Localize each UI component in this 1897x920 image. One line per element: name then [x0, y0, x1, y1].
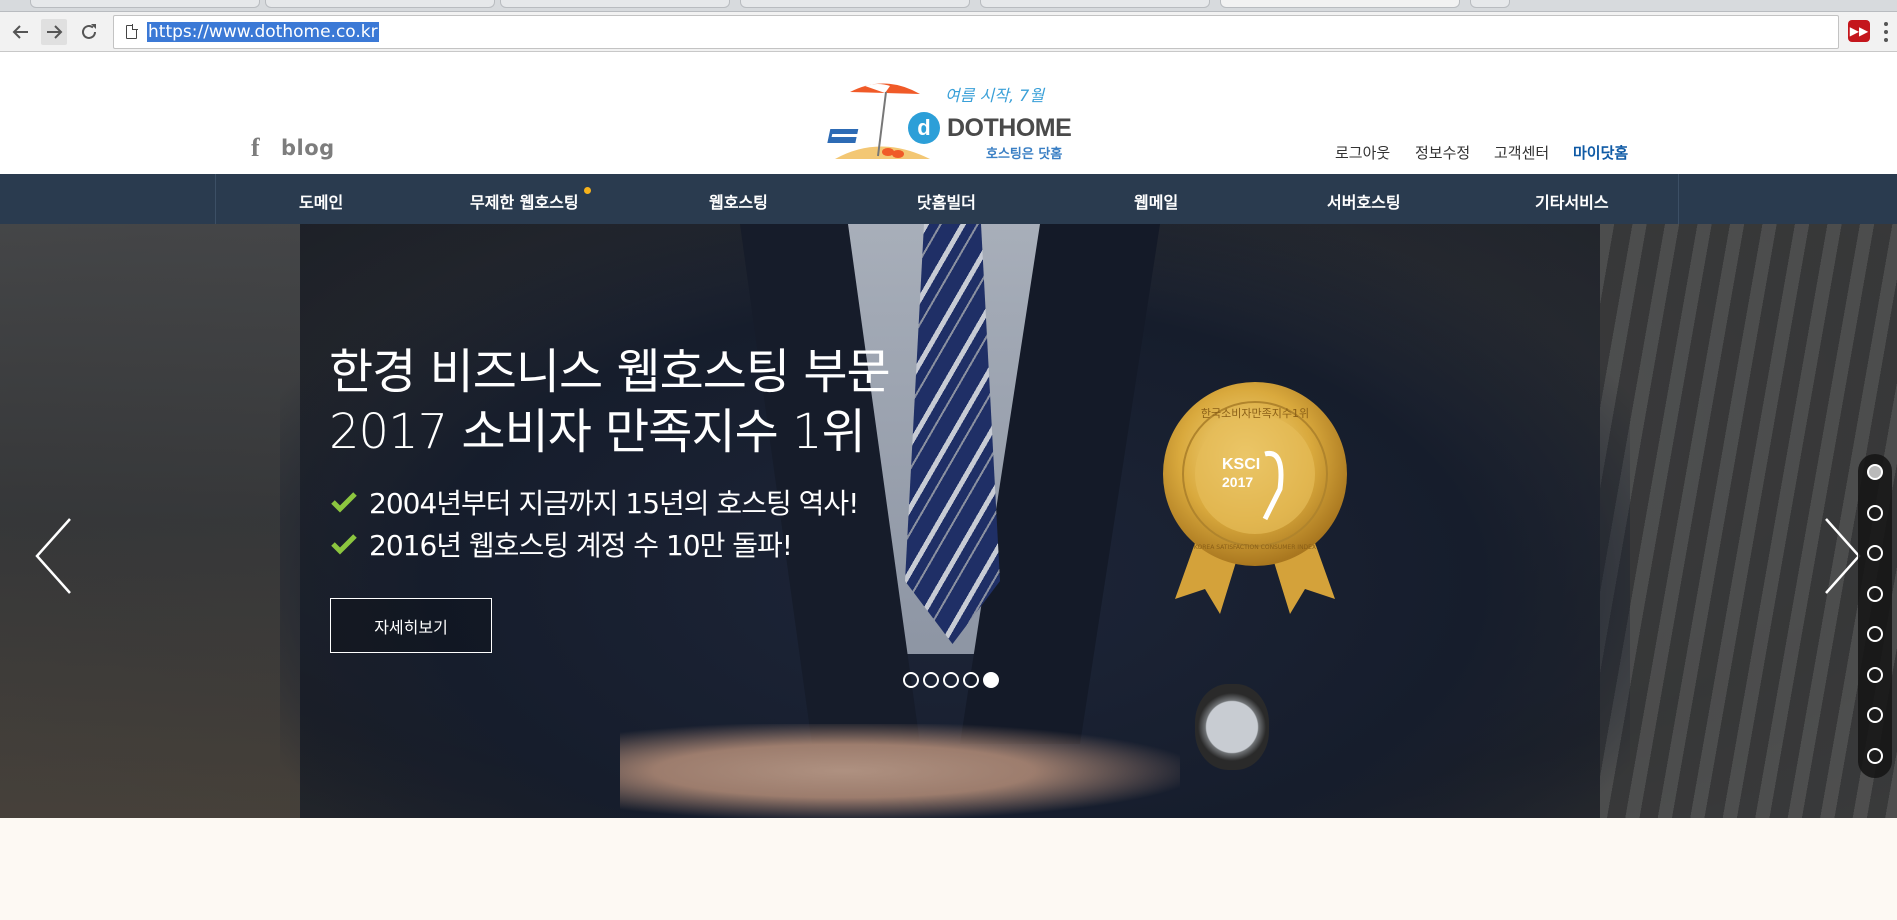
forward-button[interactable] — [41, 19, 67, 45]
browser-toolbar: https://www.dothome.co.kr ▶▶ — [0, 12, 1897, 52]
blog-link[interactable]: blog — [281, 136, 335, 160]
check-icon — [331, 533, 357, 555]
section-dot-5[interactable] — [1867, 626, 1883, 642]
nav-item-web-hosting[interactable]: 웹호스팅 — [709, 189, 768, 213]
slide-dot-1[interactable] — [903, 672, 919, 688]
nav-item-builder[interactable]: 닷홈빌더 — [917, 189, 976, 213]
browser-tab[interactable] — [500, 0, 730, 8]
logo-brand-sub: 호스팅은 닷홈 — [986, 147, 1063, 162]
hero-bullet-2: 2016년 웹호스팅 계정 수 10만 돌파! — [331, 524, 793, 564]
slide-dot-5[interactable] — [983, 672, 999, 688]
new-badge-dot — [584, 187, 591, 194]
hero-watch — [1195, 684, 1269, 770]
slide-dot-2[interactable] — [923, 672, 939, 688]
chevron-left-icon — [35, 518, 71, 594]
reload-button[interactable] — [76, 19, 102, 45]
hero-bullet-2-text: 2016년 웹호스팅 계정 수 10만 돌파! — [369, 529, 793, 562]
extension-icon[interactable]: ▶▶ — [1848, 20, 1870, 42]
address-url[interactable]: https://www.dothome.co.kr — [147, 22, 379, 42]
nav-item-webmail[interactable]: 웹메일 — [1134, 189, 1178, 213]
section-dot-4[interactable] — [1867, 585, 1883, 602]
section-dot-6[interactable] — [1867, 666, 1883, 683]
section-dot-3[interactable] — [1867, 545, 1883, 561]
back-button[interactable] — [8, 19, 34, 45]
browser-tab[interactable] — [30, 0, 260, 8]
chevron-right-icon — [1825, 518, 1861, 594]
next-slide-button[interactable] — [1822, 517, 1862, 595]
medal-ring-text: 한국소비자만족지수1위 — [1201, 407, 1309, 420]
reload-icon — [82, 24, 96, 39]
section-dot-2[interactable] — [1867, 504, 1883, 521]
nav-item-server-hosting[interactable]: 서버호스팅 — [1327, 189, 1401, 213]
hero-hands — [620, 724, 1180, 818]
medal-center-text: KSCI — [1222, 456, 1260, 473]
page-icon — [126, 24, 138, 39]
browser-tab[interactable] — [740, 0, 970, 8]
check-icon — [331, 491, 357, 513]
slide-dot-4[interactable] — [963, 672, 979, 688]
facebook-icon[interactable]: f — [251, 135, 260, 161]
logo-brand: DOTHOME — [947, 114, 1072, 142]
logo-d-badge: d — [908, 112, 940, 144]
slide-dot-3[interactable] — [943, 672, 959, 688]
medal-bottom-text: KOREA SATISFACTION CONSUMER INDEX — [1194, 544, 1316, 551]
my-dothome-link[interactable]: 마이닷홈 — [1573, 142, 1628, 163]
logout-link[interactable]: 로그아웃 — [1335, 142, 1390, 163]
dothome-logo[interactable]: 여름 시작, 7월 d DOTHOME 호스팅은 닷홈 — [820, 74, 1072, 164]
edit-info-link[interactable]: 정보수정 — [1415, 142, 1470, 163]
nav-item-other-services[interactable]: 기타서비스 — [1535, 189, 1609, 213]
browser-tab[interactable] — [980, 0, 1210, 8]
browser-menu-icon[interactable] — [1884, 22, 1888, 42]
address-bar[interactable]: https://www.dothome.co.kr — [113, 15, 1839, 49]
browser-tab-strip — [0, 0, 1897, 12]
new-tab-button[interactable] — [1470, 0, 1510, 8]
browser-tab[interactable] — [265, 0, 495, 8]
site-header: f blog 여름 시작, 7월 d DOTHOME 호스팅은 닷홈 로그아웃 … — [0, 52, 1897, 174]
nav-item-unlimited-hosting[interactable]: 무제한 웹호스팅 — [470, 189, 579, 213]
medal-year: 2017 — [1222, 474, 1253, 490]
view-details-button[interactable]: 자세히보기 — [330, 598, 492, 653]
browser-tab-active[interactable] — [1220, 0, 1460, 8]
forward-arrow-icon — [47, 25, 63, 39]
content-area — [0, 818, 1897, 920]
hero-bullet-1: 2004년부터 지금까지 15년의 호스팅 역사! — [331, 482, 859, 522]
section-dot-7[interactable] — [1867, 707, 1883, 723]
hero-slider: 한경 비즈니스 웹호스팅 부문 2017 소비자 만족지수 1위 2004년부터… — [0, 224, 1897, 818]
ksci-medal: 한국소비자만족지수1위 KSCI 2017 KOREA SATISFACTION… — [1160, 379, 1350, 619]
section-side-nav — [1858, 454, 1892, 778]
hero-title-line-2: 2017 소비자 만족지수 1위 — [329, 404, 866, 460]
customer-center-link[interactable]: 고객센터 — [1494, 142, 1549, 163]
hero-title: 한경 비즈니스 웹호스팅 부문 2017 소비자 만족지수 1위 — [329, 342, 891, 462]
back-arrow-icon — [12, 25, 28, 39]
hero-title-line-1: 한경 비즈니스 웹호스팅 부문 — [329, 344, 891, 400]
hero-bullet-1-text: 2004년부터 지금까지 15년의 호스팅 역사! — [369, 487, 859, 520]
section-dot-1[interactable] — [1867, 464, 1883, 480]
prev-slide-button[interactable] — [34, 517, 74, 595]
main-nav: 도메인 무제한 웹호스팅 웹호스팅 닷홈빌더 웹메일 서버호스팅 기타서비스 — [0, 174, 1897, 224]
nav-item-domain[interactable]: 도메인 — [299, 189, 343, 213]
slide-pagination — [903, 672, 999, 688]
logo-tagline: 여름 시작, 7월 — [945, 86, 1045, 105]
section-dot-8[interactable] — [1867, 747, 1883, 764]
